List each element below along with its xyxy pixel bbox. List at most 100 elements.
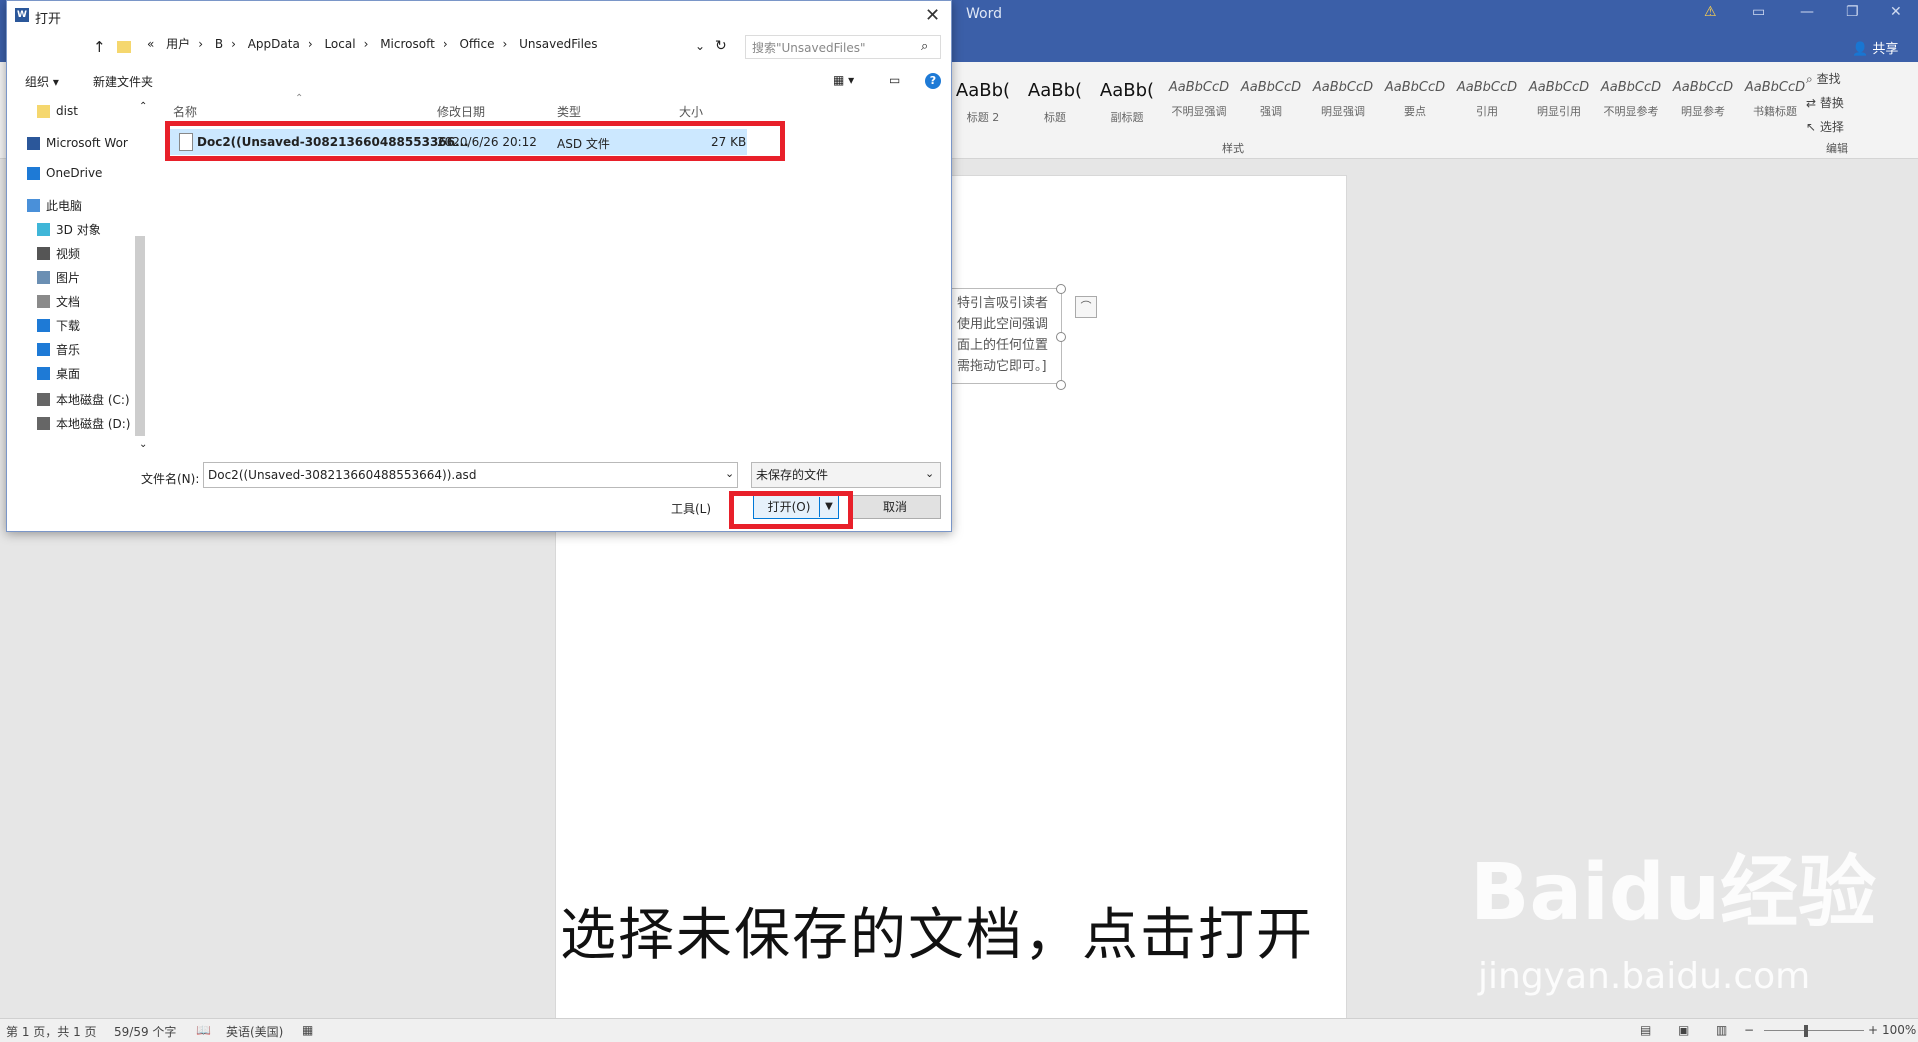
style-tile[interactable]: AaBbCcD 强调 (1236, 80, 1306, 119)
nav-item[interactable]: 文档 (37, 291, 80, 311)
nav-item[interactable]: Microsoft Wor (27, 133, 128, 153)
column-header-name[interactable]: 名称 (173, 103, 197, 120)
breadcrumb-item[interactable]: Office (459, 37, 494, 51)
style-tile[interactable]: AaBb(副标题 (1092, 80, 1162, 125)
breadcrumb-item[interactable]: Local (324, 37, 355, 51)
breadcrumb-overflow[interactable]: « (147, 37, 154, 51)
cloud-icon (27, 166, 40, 180)
ribbon-display-icon[interactable]: ▭ (1752, 4, 1765, 20)
column-header-date[interactable]: 修改日期 (437, 103, 485, 120)
column-header-type[interactable]: 类型 (557, 103, 581, 120)
search-icon: ⌕ (1806, 72, 1813, 86)
cancel-button[interactable]: 取消 (849, 495, 941, 519)
macro-icon[interactable]: ▦ (302, 1023, 313, 1037)
style-sample: AaBbCcD (1528, 80, 1590, 95)
nav-item[interactable]: 下载 (37, 315, 80, 335)
minimize-icon[interactable]: — (1800, 4, 1814, 20)
breadcrumb-item[interactable]: Microsoft (380, 37, 435, 51)
find-button[interactable]: ⌕ 查找 (1806, 70, 1841, 87)
refresh-icon[interactable]: ↻ (715, 38, 727, 54)
style-tile[interactable]: AaBbCcD 明显参考 (1668, 80, 1738, 119)
chevron-right-icon: › (198, 37, 203, 51)
dialog-title: 打开 (35, 12, 62, 27)
style-tile[interactable]: AaBbCcD 明显强调 (1308, 80, 1378, 119)
style-tile[interactable]: AaBbCcD 不明显强调 (1164, 80, 1234, 119)
resize-handle[interactable] (1056, 332, 1066, 342)
zoom-level[interactable]: 100% (1882, 1023, 1916, 1037)
web-layout-icon[interactable]: ▥ (1716, 1023, 1727, 1037)
navigation-scrollbar[interactable] (135, 236, 145, 436)
nav-item[interactable]: 本地磁盘 (D:) (37, 413, 130, 433)
column-header-size[interactable]: 大小 (679, 103, 703, 120)
resize-handle[interactable] (1056, 284, 1066, 294)
filename-input[interactable]: Doc2((Unsaved-308213660488553664)).asd (203, 462, 738, 488)
scroll-down-icon[interactable]: ⌄ (139, 439, 147, 450)
share-label: 共享 (1872, 42, 1899, 57)
warning-icon[interactable]: ⚠ (1704, 4, 1717, 20)
pull-quote-textbox[interactable]: 特引言吸引读者使用此空间强调面上的任何位置需拖动它即可。] (950, 288, 1062, 384)
share-button[interactable]: 👤 共享 (1852, 38, 1898, 57)
style-tile[interactable]: AaBbCcD 明显引用 (1524, 80, 1594, 119)
organize-button[interactable]: 组织 ▾ (25, 73, 59, 90)
address-bar[interactable]: « 用户 › B › AppData › Local › Microsoft › Offi… (147, 35, 695, 59)
word-count[interactable]: 59/59 个字 (114, 1023, 176, 1040)
nav-item[interactable]: 本地磁盘 (C:) (37, 389, 130, 409)
document-icon (37, 294, 50, 308)
breadcrumb-item[interactable]: AppData (248, 37, 300, 51)
filename-dropdown-icon[interactable]: ⌄ (725, 467, 734, 480)
select-button[interactable]: ↖ 选择 (1806, 118, 1844, 135)
baidu-watermark: Baidu经验 (1470, 848, 1877, 938)
page-count[interactable]: 第 1 页，共 1 页 (6, 1023, 97, 1040)
cursor-icon: ↖ (1806, 120, 1817, 134)
address-dropdown-icon[interactable]: ⌄ (695, 39, 705, 53)
nav-item[interactable]: 3D 对象 (37, 219, 101, 239)
proofing-icon[interactable]: 📖 (196, 1023, 211, 1037)
close-icon[interactable]: ✕ (1890, 4, 1902, 20)
scroll-up-icon[interactable]: ⌃ (139, 101, 147, 112)
breadcrumb-item[interactable]: UnsavedFiles (519, 37, 597, 51)
replace-button[interactable]: ⇄ 替换 (1806, 94, 1844, 111)
style-name: 强调 (1260, 105, 1282, 118)
search-icon: ⌕ (921, 39, 929, 54)
style-tile[interactable]: AaBbCcD 书籍标题 (1740, 80, 1810, 119)
filetype-select[interactable]: 未保存的文件 (751, 462, 941, 488)
style-tile[interactable]: AaBbCcD 引用 (1452, 80, 1522, 119)
zoom-slider[interactable] (1764, 1030, 1864, 1031)
style-tile[interactable]: AaBbCcD 要点 (1380, 80, 1450, 119)
preview-pane-icon[interactable]: ▭ (889, 73, 900, 87)
computer-icon (27, 198, 40, 212)
up-arrow-icon[interactable]: ↑ (93, 38, 106, 56)
nav-item-label: Microsoft Wor (46, 136, 128, 150)
layout-options-icon[interactable]: ⌒ (1075, 296, 1097, 318)
style-tile[interactable]: AaBb(标题 (1020, 80, 1090, 125)
new-folder-button[interactable]: 新建文件夹 (93, 73, 153, 90)
nav-item[interactable]: 此电脑 (27, 195, 82, 215)
zoom-slider-thumb[interactable] (1804, 1025, 1808, 1037)
breadcrumb-item[interactable]: B (215, 37, 223, 51)
nav-item[interactable]: 图片 (37, 267, 80, 287)
zoom-out-icon[interactable]: − (1744, 1023, 1754, 1037)
style-sample: AaBbCcD (1672, 80, 1734, 95)
nav-item[interactable]: 音乐 (37, 339, 80, 359)
view-options-icon[interactable]: ▦ ▾ (833, 73, 854, 87)
breadcrumb-item[interactable]: 用户 (166, 37, 190, 51)
nav-item[interactable]: 视频 (37, 243, 80, 263)
nav-item[interactable]: dist (37, 101, 78, 121)
language-indicator[interactable]: 英语(美国) (226, 1023, 283, 1040)
read-mode-icon[interactable]: ▤ (1640, 1023, 1651, 1037)
tools-button[interactable]: 工具(L) (671, 500, 711, 517)
chevron-right-icon: › (307, 37, 313, 51)
search-input[interactable]: 搜索"UnsavedFiles" (745, 35, 941, 59)
dialog-close-icon[interactable]: ✕ (925, 5, 940, 26)
style-tile[interactable]: AaBb(标题 2 (948, 80, 1018, 125)
resize-handle[interactable] (1056, 380, 1066, 390)
filetype-dropdown-icon[interactable]: ⌄ (925, 467, 934, 480)
help-icon[interactable]: ? (925, 73, 941, 89)
zoom-in-icon[interactable]: + (1868, 1023, 1878, 1037)
style-tile[interactable]: AaBbCcD 不明显参考 (1596, 80, 1666, 119)
print-layout-icon[interactable]: ▣ (1678, 1023, 1689, 1037)
music-icon (37, 342, 50, 356)
nav-item[interactable]: 桌面 (37, 363, 80, 383)
restore-icon[interactable]: ❐ (1846, 4, 1859, 20)
nav-item[interactable]: OneDrive (27, 163, 102, 183)
